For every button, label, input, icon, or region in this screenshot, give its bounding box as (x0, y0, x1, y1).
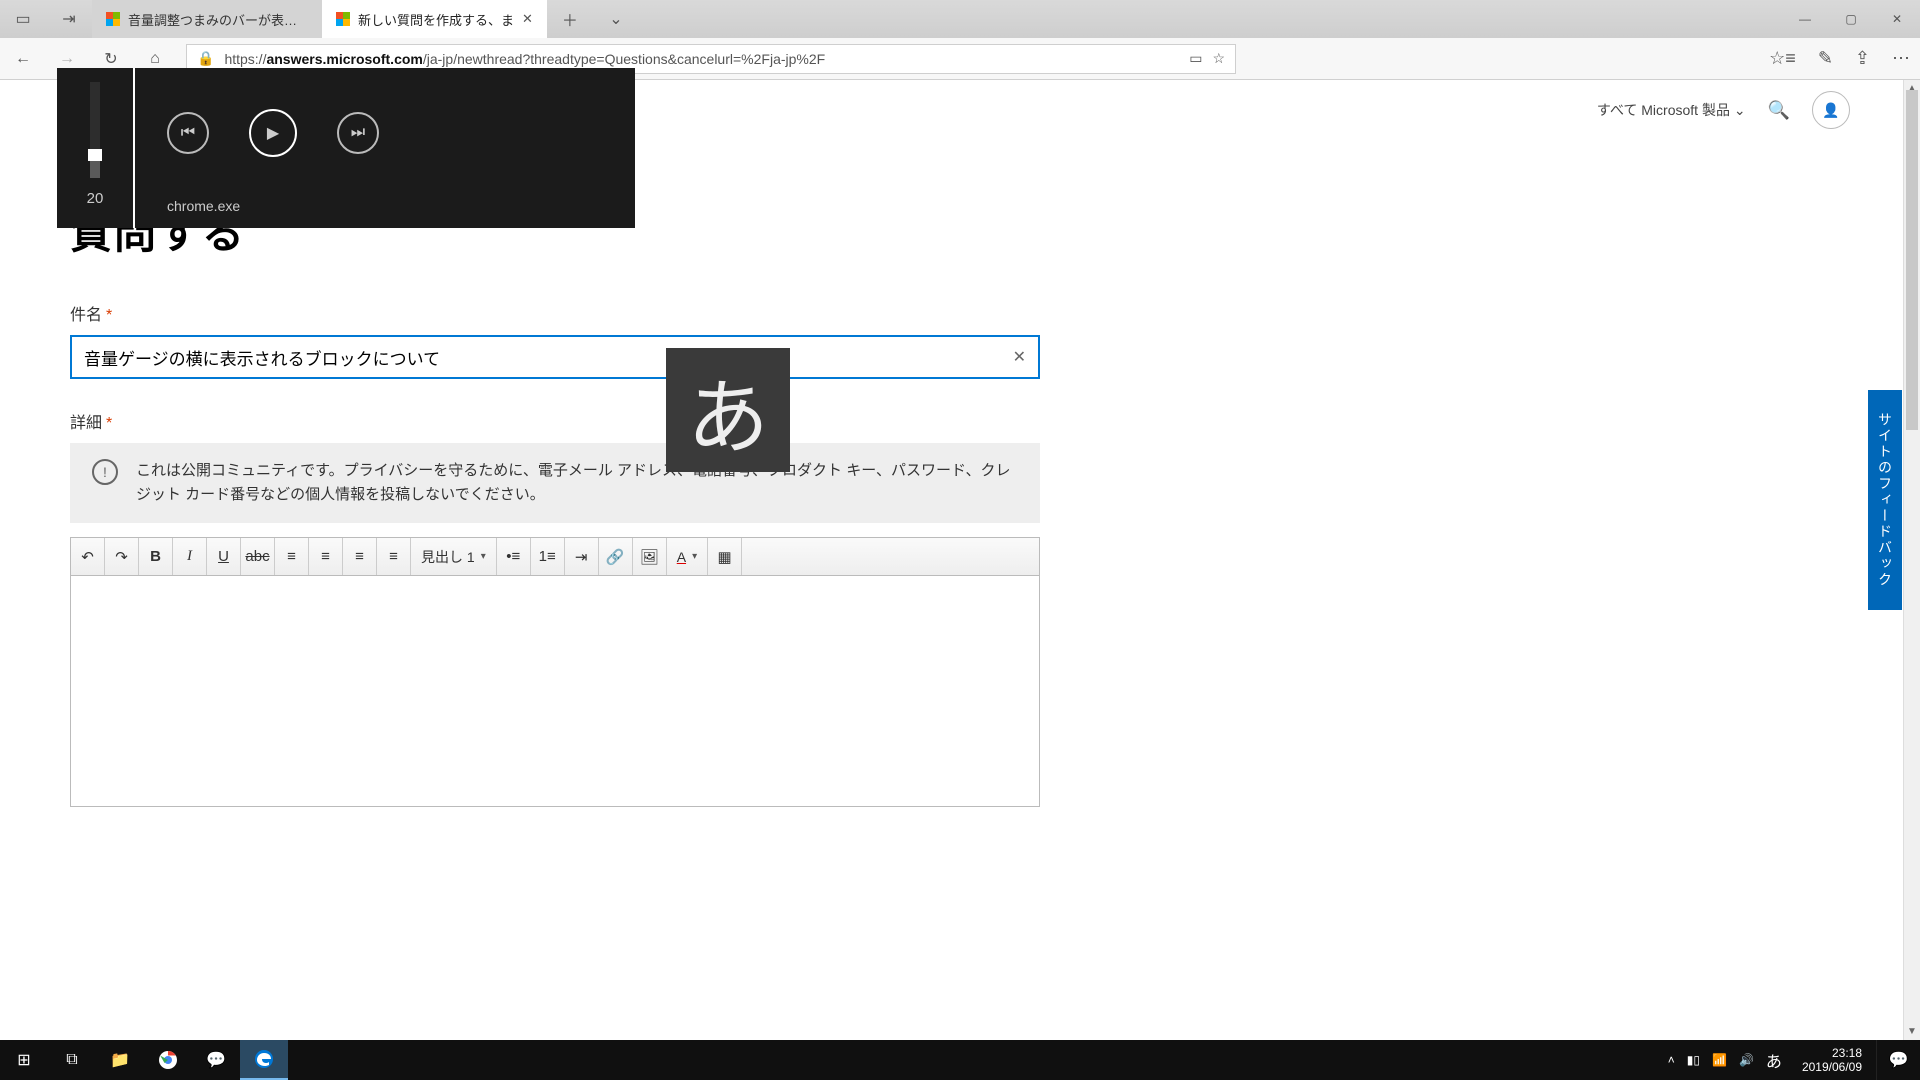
table-button[interactable]: ▦ (708, 538, 742, 575)
action-center-button[interactable]: 💬 (1876, 1040, 1920, 1080)
browser-tab-inactive[interactable]: 音量調整つまみのバーが表示さ (92, 0, 322, 38)
text-color-button[interactable]: A▾ (667, 538, 708, 575)
align-justify-button[interactable]: ≡ (377, 538, 411, 575)
favorites-icon[interactable]: ☆≡ (1769, 48, 1796, 69)
ime-indicator[interactable]: あ (1766, 1048, 1782, 1072)
privacy-notice-text: これは公開コミュニティです。プライバシーを守るために、電子メール アドレス、電話… (136, 459, 1018, 507)
taskbar: ⊞ ⧉ 📁 💬 ˄ ▮▯ 📶 🔊 あ 23:18 2019/06/09 💬 (0, 1040, 1920, 1080)
strikethrough-button[interactable]: abc (241, 538, 275, 575)
scroll-down-icon[interactable]: ▼ (1904, 1023, 1920, 1040)
media-previous-button[interactable]: ⏮ (167, 112, 209, 154)
bullet-list-button[interactable]: •≡ (497, 538, 531, 575)
underline-button[interactable]: U (207, 538, 241, 575)
taskbar-edge-icon[interactable] (240, 1040, 288, 1080)
task-view-button[interactable]: ⧉ (48, 1040, 96, 1080)
align-left-button[interactable]: ≡ (275, 538, 309, 575)
home-button[interactable]: ⌂ (142, 50, 168, 68)
taskbar-chat-icon[interactable]: 💬 (192, 1040, 240, 1080)
notes-icon[interactable]: ✎ (1818, 48, 1833, 69)
align-right-button[interactable]: ≡ (343, 538, 377, 575)
tabs-dropdown-icon[interactable]: ⌄ (593, 9, 639, 29)
more-icon[interactable]: ⋯ (1892, 48, 1910, 69)
heading-select[interactable]: 見出し 1▾ (411, 538, 497, 575)
taskbar-explorer-icon[interactable]: 📁 (96, 1040, 144, 1080)
close-button[interactable]: ✕ (1874, 0, 1920, 38)
avatar[interactable]: 👤 (1812, 91, 1850, 129)
indent-button[interactable]: ⇥ (565, 538, 599, 575)
maximize-button[interactable]: ▢ (1828, 0, 1874, 38)
numbered-list-button[interactable]: 1≡ (531, 538, 565, 575)
image-button[interactable]: 🖼 (633, 538, 667, 575)
favorite-star-icon[interactable]: ☆ (1212, 50, 1225, 67)
url-text: https://answers.microsoft.com/ja-jp/newt… (224, 51, 1179, 67)
media-volume-overlay: 20 ⏮ ▶ ⏭ chrome.exe (57, 68, 635, 228)
vertical-scrollbar[interactable]: ▲ ▼ (1903, 80, 1920, 1040)
site-feedback-tab[interactable]: サイトのフィードバック (1868, 390, 1902, 610)
search-icon[interactable]: 🔍 (1768, 100, 1790, 121)
nav-all-products[interactable]: すべて Microsoft 製品 ⌄ (1597, 100, 1746, 120)
bold-button[interactable]: B (139, 538, 173, 575)
lock-icon: 🔒 (197, 50, 214, 67)
new-tab-button[interactable]: ＋ (547, 7, 593, 31)
editor-toolbar: ↶ ↷ B I U abc ≡ ≡ ≡ ≡ 見出し 1▾ •≡ 1≡ ⇥ 🔗 🖼… (71, 538, 1039, 576)
link-button[interactable]: 🔗 (599, 538, 633, 575)
set-aside-tabs-icon[interactable]: ⇥ (46, 9, 92, 29)
subject-label: 件名* (70, 301, 1850, 325)
window-titlebar: ▭ ⇥ 音量調整つまみのバーが表示さ 新しい質問を作成する、ま ✕ ＋ ⌄ — … (0, 0, 1920, 38)
browser-tab-active[interactable]: 新しい質問を作成する、ま ✕ (322, 0, 547, 38)
volume-value: 20 (87, 190, 104, 207)
redo-button[interactable]: ↷ (105, 538, 139, 575)
clear-input-icon[interactable]: ✕ (1013, 347, 1026, 367)
wifi-icon[interactable]: 📶 (1712, 1053, 1727, 1067)
tab-close-icon[interactable]: ✕ (522, 11, 533, 27)
italic-button[interactable]: I (173, 538, 207, 575)
refresh-button[interactable]: ↻ (98, 49, 124, 69)
detail-label: 詳細* (70, 409, 1850, 433)
reading-view-icon[interactable]: ▭ (1189, 50, 1202, 67)
battery-icon[interactable]: ▮▯ (1687, 1053, 1700, 1067)
privacy-notice: ! これは公開コミュニティです。プライバシーを守るために、電子メール アドレス、… (70, 443, 1040, 523)
minimize-button[interactable]: — (1782, 0, 1828, 38)
ime-mode-indicator: あ (666, 348, 790, 472)
taskbar-clock[interactable]: 23:18 2019/06/09 (1794, 1046, 1870, 1075)
volume-icon[interactable]: 🔊 (1739, 1053, 1754, 1067)
media-next-button[interactable]: ⏭ (337, 112, 379, 154)
start-button[interactable]: ⊞ (0, 1040, 48, 1080)
subject-input[interactable] (84, 347, 1013, 367)
back-button[interactable]: ← (10, 50, 36, 68)
media-play-button[interactable]: ▶ (249, 109, 297, 157)
subject-input-wrap: ✕ (70, 335, 1040, 379)
media-app-name: chrome.exe (135, 198, 635, 228)
undo-button[interactable]: ↶ (71, 538, 105, 575)
volume-slider[interactable] (90, 82, 100, 178)
system-tray: ˄ ▮▯ 📶 🔊 あ 23:18 2019/06/09 (1662, 1040, 1876, 1080)
volume-thumb[interactable] (88, 149, 102, 161)
tab-title: 音量調整つまみのバーが表示さ (128, 10, 308, 29)
ms-favicon-icon (106, 12, 120, 26)
window-controls: — ▢ ✕ (1782, 0, 1920, 38)
info-icon: ! (92, 459, 118, 485)
ms-favicon-icon (336, 12, 350, 26)
align-center-button[interactable]: ≡ (309, 538, 343, 575)
tray-overflow-icon[interactable]: ˄ (1668, 1053, 1675, 1067)
editor-body[interactable] (71, 576, 1039, 806)
share-icon[interactable]: ⇪ (1855, 48, 1870, 69)
tab-preview-icon[interactable]: ▭ (0, 9, 46, 29)
taskbar-chrome-icon[interactable] (144, 1040, 192, 1080)
volume-fill (90, 159, 100, 178)
rich-text-editor: ↶ ↷ B I U abc ≡ ≡ ≡ ≡ 見出し 1▾ •≡ 1≡ ⇥ 🔗 🖼… (70, 537, 1040, 807)
scrollbar-thumb[interactable] (1906, 90, 1918, 430)
tab-title: 新しい質問を作成する、ま (358, 10, 514, 29)
forward-button: → (54, 50, 80, 68)
